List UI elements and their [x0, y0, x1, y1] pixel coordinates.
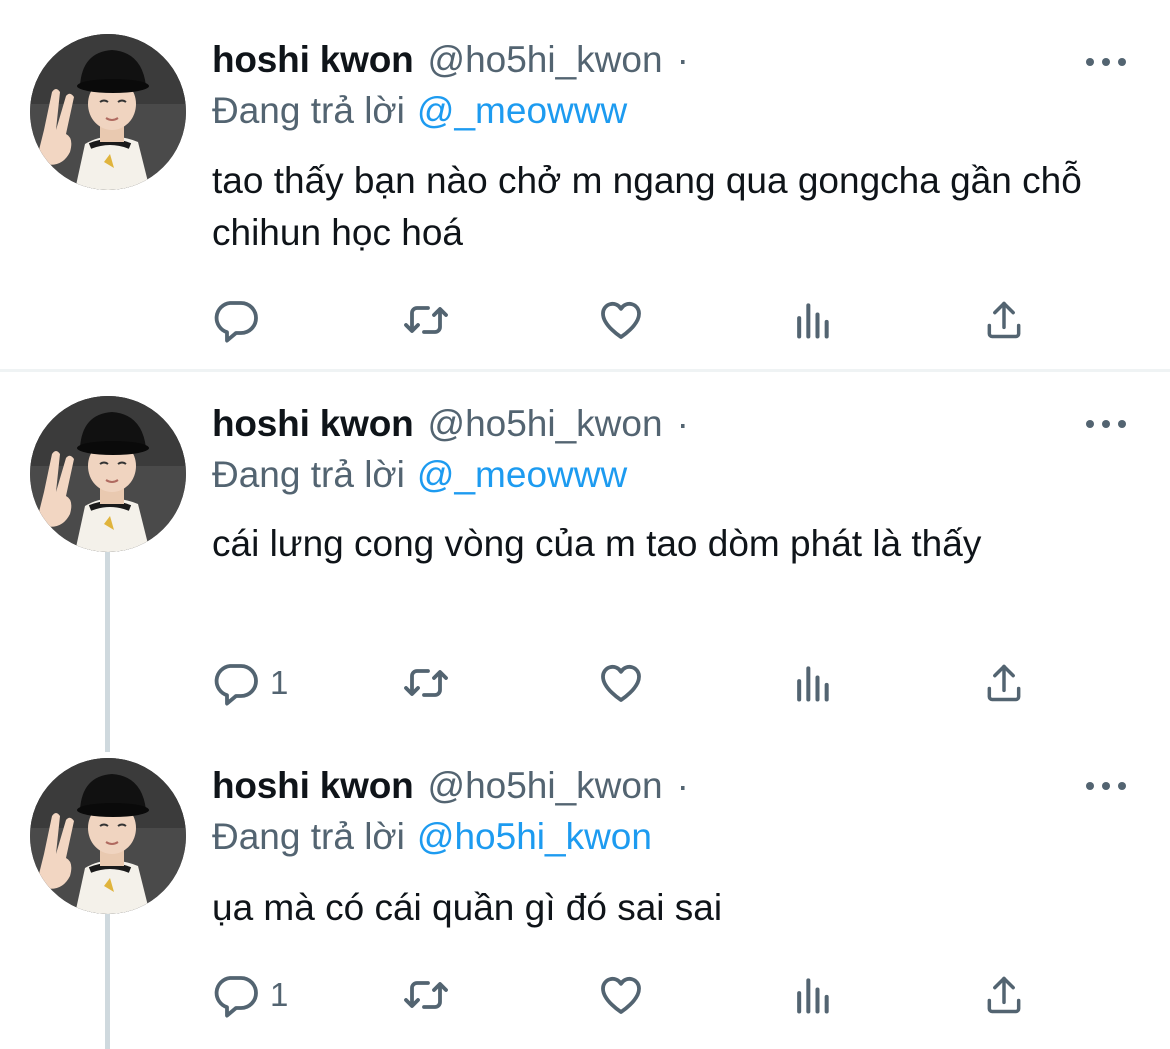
- separator-dot: ·: [676, 39, 689, 80]
- avatar-image: [30, 34, 186, 190]
- reply-button[interactable]: [212, 295, 270, 345]
- retweet-button[interactable]: [402, 295, 450, 345]
- reply-mention-link[interactable]: @_meowww: [417, 454, 627, 495]
- share-icon: [982, 661, 1026, 705]
- views-icon: [790, 661, 834, 705]
- more-icon: [1086, 420, 1094, 428]
- views-icon: [790, 973, 834, 1017]
- avatar[interactable]: [30, 758, 186, 914]
- display-name[interactable]: hoshi kwon: [212, 39, 414, 81]
- like-button[interactable]: [597, 658, 645, 708]
- more-icon: [1086, 782, 1094, 790]
- avatar-image: [30, 396, 186, 552]
- heart-icon: [597, 659, 645, 707]
- more-options-button[interactable]: [1086, 52, 1126, 72]
- user-handle[interactable]: @ho5hi_kwon: [428, 39, 663, 81]
- tweet-3[interactable]: hoshi kwon @ho5hi_kwon · Đang trả lời @ho…: [0, 732, 1170, 1049]
- thread-line: [105, 732, 110, 752]
- reply-icon: [212, 659, 260, 707]
- replying-to-label: Đang trả lời: [212, 816, 405, 857]
- more-options-button[interactable]: [1086, 414, 1126, 434]
- retweet-button[interactable]: [402, 658, 450, 708]
- heart-icon: [597, 296, 645, 344]
- thread-line: [105, 914, 110, 1049]
- reply-button[interactable]: 1: [212, 658, 288, 708]
- replying-to: Đang trả lời @_meowww: [212, 454, 627, 496]
- user-handle[interactable]: @ho5hi_kwon: [428, 765, 663, 807]
- heart-icon: [597, 971, 645, 1019]
- reply-count: 1: [270, 664, 289, 701]
- share-button[interactable]: [982, 658, 1026, 708]
- views-icon: [790, 298, 834, 342]
- tweet-2[interactable]: hoshi kwon @ho5hi_kwon · Đang trả lời @_m…: [0, 372, 1170, 742]
- thread-line: [105, 552, 110, 742]
- reply-button[interactable]: 1: [212, 970, 288, 1020]
- separator-dot: ·: [676, 403, 689, 444]
- replying-to: Đang trả lời @_meowww: [212, 90, 627, 132]
- views-button[interactable]: [790, 295, 834, 345]
- reply-mention-link[interactable]: @_meowww: [417, 90, 627, 131]
- share-icon: [982, 298, 1026, 342]
- reply-mention-link[interactable]: @ho5hi_kwon: [417, 816, 652, 857]
- reply-icon: [212, 296, 260, 344]
- separator-dot: ·: [676, 765, 689, 806]
- avatar[interactable]: [30, 34, 186, 190]
- reply-icon: [212, 971, 260, 1019]
- tweet-text: tao thấy bạn nào chở m ngang qua gongcha…: [212, 160, 1082, 253]
- views-button[interactable]: [790, 658, 834, 708]
- tweet-text: cái lưng cong vòng của m tao dòm phát là…: [212, 523, 982, 564]
- replying-to-label: Đang trả lời: [212, 454, 405, 495]
- retweet-icon: [402, 971, 450, 1019]
- tweet-1[interactable]: hoshi kwon @ho5hi_kwon · Đang trả lời @_m…: [0, 0, 1170, 370]
- like-button[interactable]: [597, 295, 645, 345]
- share-button[interactable]: [982, 970, 1026, 1020]
- tweet-text: ụa mà có cái quần gì đó sai sai: [212, 887, 723, 928]
- avatar-image: [30, 758, 186, 914]
- share-icon: [982, 973, 1026, 1017]
- retweet-button[interactable]: [402, 970, 450, 1020]
- retweet-icon: [402, 659, 450, 707]
- reply-count: 1: [270, 976, 289, 1013]
- tweet-actions: 1: [212, 970, 1052, 1020]
- user-handle[interactable]: @ho5hi_kwon: [428, 403, 663, 445]
- more-options-button[interactable]: [1086, 776, 1126, 796]
- retweet-icon: [402, 296, 450, 344]
- avatar[interactable]: [30, 396, 186, 552]
- share-button[interactable]: [982, 295, 1026, 345]
- replying-to-label: Đang trả lời: [212, 90, 405, 131]
- tweet-actions: 1: [212, 658, 1052, 708]
- replying-to: Đang trả lời @ho5hi_kwon: [212, 816, 652, 858]
- tweet-actions: [212, 295, 1052, 345]
- display-name[interactable]: hoshi kwon: [212, 765, 414, 807]
- more-icon: [1086, 58, 1094, 66]
- display-name[interactable]: hoshi kwon: [212, 403, 414, 445]
- like-button[interactable]: [597, 970, 645, 1020]
- views-button[interactable]: [790, 970, 834, 1020]
